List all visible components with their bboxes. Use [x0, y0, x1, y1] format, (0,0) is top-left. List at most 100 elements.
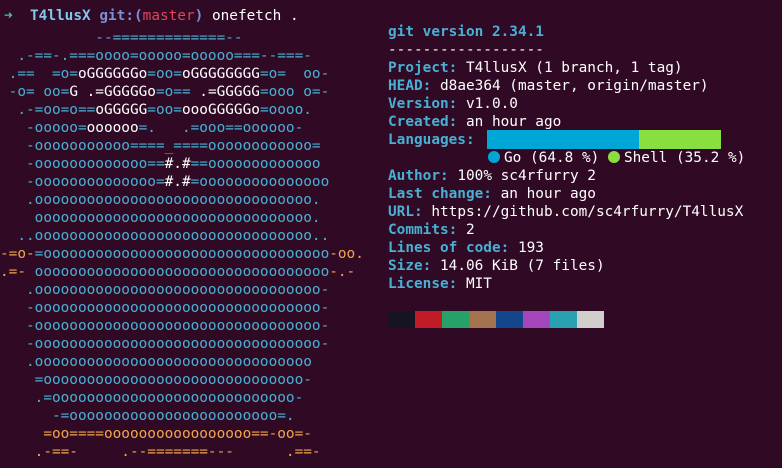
head-value: d8ae364 (master, origin/master) [440, 78, 709, 94]
ascii-segment: -oo. [329, 246, 364, 262]
ascii-segment: oGGGGG [95, 102, 148, 118]
ascii-segment: =o== [155, 84, 200, 100]
url-value[interactable]: https://github.com/sc4rfurry/T4llusX [431, 204, 743, 220]
ascii-segment: -ooooooooooooooooooooooooooooooooo- [0, 318, 330, 334]
info-separator: ------------------ [388, 42, 544, 58]
lang-shell-label: Shell (35.2 %) [623, 150, 746, 166]
palette-swatch [388, 311, 415, 328]
version-key: Version: [388, 96, 458, 112]
ascii-segment: .ooooooooooooooooooooooooooooooooo- [0, 282, 330, 298]
version-value: v1.0.0 [465, 96, 518, 112]
ascii-logo-row: .=- oooooooooooooooooooooooooooooooooo-.… [0, 263, 355, 281]
head-key: HEAD: [388, 78, 432, 94]
ascii-segment: =o= oo- [259, 66, 330, 82]
loc-value: 193 [517, 240, 544, 256]
ascii-logo-row: .oooooooooooooooooooooooooooooooo. [0, 191, 321, 209]
git-version-title: git version 2.34.1 [388, 24, 544, 40]
ascii-segment: #.# [164, 174, 191, 190]
palette-swatch [442, 311, 469, 328]
ascii-segment: .-=oo=o== [0, 102, 96, 118]
ascii-logo-row: -oooooooooooooo=#.#=ooooooooooooooo [0, 173, 329, 191]
languages-row: Languages: [388, 131, 475, 149]
ascii-segment: .-==- .--=======--- .==- [0, 444, 321, 460]
last-change-value: an hour ago [500, 186, 596, 202]
ascii-segment: ..oooooooooooooooooooooooooooooooo.. [0, 228, 330, 244]
language-bar-shell [639, 130, 721, 149]
size-value: 14.06 KiB (7 files) [440, 258, 605, 274]
last-change-row: Last change: an hour ago [388, 185, 596, 203]
ascii-segment: #.# [164, 156, 191, 172]
ascii-segment: .== =o= [0, 66, 78, 82]
info-separator-row: ------------------ [388, 41, 544, 59]
ascii-logo-row: -ooooooooooooooooooooooooooooooooo- [0, 317, 329, 335]
size-row: Size: 14.06 KiB (7 files) [388, 257, 605, 275]
ascii-segment: -=o- [0, 246, 35, 262]
info-title-row: git version 2.34.1 [388, 23, 544, 41]
palette-swatch [523, 311, 550, 328]
prompt-git-close: ) [194, 8, 204, 24]
ascii-segment: ==ooooooooooooo [190, 156, 321, 172]
ascii-logo-row: .-==- .--=======--- .==- [0, 443, 321, 461]
ascii-segment: =ooo o=- [259, 84, 330, 100]
ascii-logo-row: .=oooooooooooooooooooooooooooo- [0, 389, 304, 407]
last-change-key: Last change: [388, 186, 492, 202]
ascii-segment: --=============-- [0, 30, 243, 46]
commits-row: Commits: 2 [388, 221, 475, 239]
languages-bar [487, 130, 721, 149]
palette-swatch [577, 311, 604, 328]
ascii-logo-row: -ooooooooooo====_====oooooooooooo= [0, 137, 321, 155]
terminal-window[interactable]: ➜ T4llusX git:(master) onefetch . --====… [0, 0, 782, 468]
ascii-segment: oooooooooooooooooooooooooooooooo. [0, 210, 321, 226]
url-key: URL: [388, 204, 423, 220]
shell-dot-icon [607, 151, 620, 163]
ascii-segment: -ooooooooooo====_====oooooooooooo= [0, 138, 321, 154]
ascii-logo-row: ..oooooooooooooooooooooooooooooooo.. [0, 227, 329, 245]
author-row: Author: 100% sc4rfurry 2 [388, 167, 596, 185]
palette-swatch [469, 311, 496, 328]
ascii-segment: -o= oo= [0, 84, 70, 100]
language-bar-go [487, 130, 639, 149]
ascii-segment: oooooooooooooooooooooooooooooooooo [34, 264, 330, 280]
ascii-logo-row: .== =o=oGGGGGGo=oo=oGGGGGGGG=o= oo- [0, 65, 330, 83]
head-row: HEAD: d8ae364 (master, origin/master) [388, 77, 709, 95]
ascii-logo-row: .-==-.===oooo=ooooo=ooooo===--===- [0, 47, 312, 65]
ascii-logo-row: -ooooooooooooo==#.#==ooooooooooooo [0, 155, 321, 173]
ascii-logo-row: -=o-=ooooooooooooooooooooooooooooooooo-o… [0, 245, 364, 263]
ascii-segment: =oooo. [259, 102, 312, 118]
ascii-segment: oooooo [86, 120, 139, 136]
commits-value: 2 [465, 222, 475, 238]
ascii-segment: .-==-.===oooo=ooooo=ooooo===--===- [0, 48, 312, 64]
languages-key: Languages: [388, 132, 475, 148]
loc-key: Lines of code: [388, 240, 510, 256]
prompt-line: ➜ T4llusX git:(master) onefetch . [4, 7, 299, 25]
size-key: Size: [388, 258, 432, 274]
go-dot-icon [488, 151, 500, 163]
ascii-logo-row: .oooooooooooooooooooooooooooooooo [0, 353, 312, 371]
prompt-branch: master [142, 8, 195, 24]
version-row: Version: v1.0.0 [388, 95, 518, 113]
ascii-logo-row: -ooooooooooooooooooooooooooooooooo- [0, 299, 329, 317]
commits-key: Commits: [388, 222, 458, 238]
ascii-segment: =ooooooooooooooo [190, 174, 330, 190]
lang-go-label: Go (64.8 %) [504, 150, 600, 166]
ascii-segment: =oo====ooooooooooooooooo==- [0, 426, 278, 442]
created-value: an hour ago [465, 114, 562, 130]
project-row: Project: T4llusX (1 branch, 1 tag) [388, 59, 683, 77]
ascii-segment: .oooooooooooooooooooooooooooooooo [0, 354, 312, 370]
ascii-segment: -ooooo= [0, 120, 87, 136]
ascii-segment: -oooooooooooooo= [0, 174, 165, 190]
ascii-segment: =oo= [147, 102, 182, 118]
ascii-segment: =. .=ooo==oooooo- [138, 120, 304, 136]
loc-row: Lines of code: 193 [388, 239, 544, 257]
ascii-logo-row: =oo====ooooooooooooooooo==-oo=- [0, 425, 312, 443]
ascii-logo-row: .ooooooooooooooooooooooooooooooooo- [0, 281, 329, 299]
ascii-logo-row: .-=oo=o==oGGGGG=oo=oooGGGGGo=oooo. [0, 101, 312, 119]
ascii-segment: oGGGGGGo [77, 66, 148, 82]
ascii-segment: .=GGGGG [199, 84, 260, 100]
ascii-logo-row: -=oooooooooooooooooooooooo=. [0, 407, 295, 425]
prompt-directory: T4llusX [30, 8, 91, 24]
ascii-segment: oo=- [277, 426, 312, 442]
project-key: Project: [388, 60, 458, 76]
ascii-segment: =oooooooooooooooooooooooooooooo- [0, 372, 312, 388]
palette-swatch [415, 311, 442, 328]
